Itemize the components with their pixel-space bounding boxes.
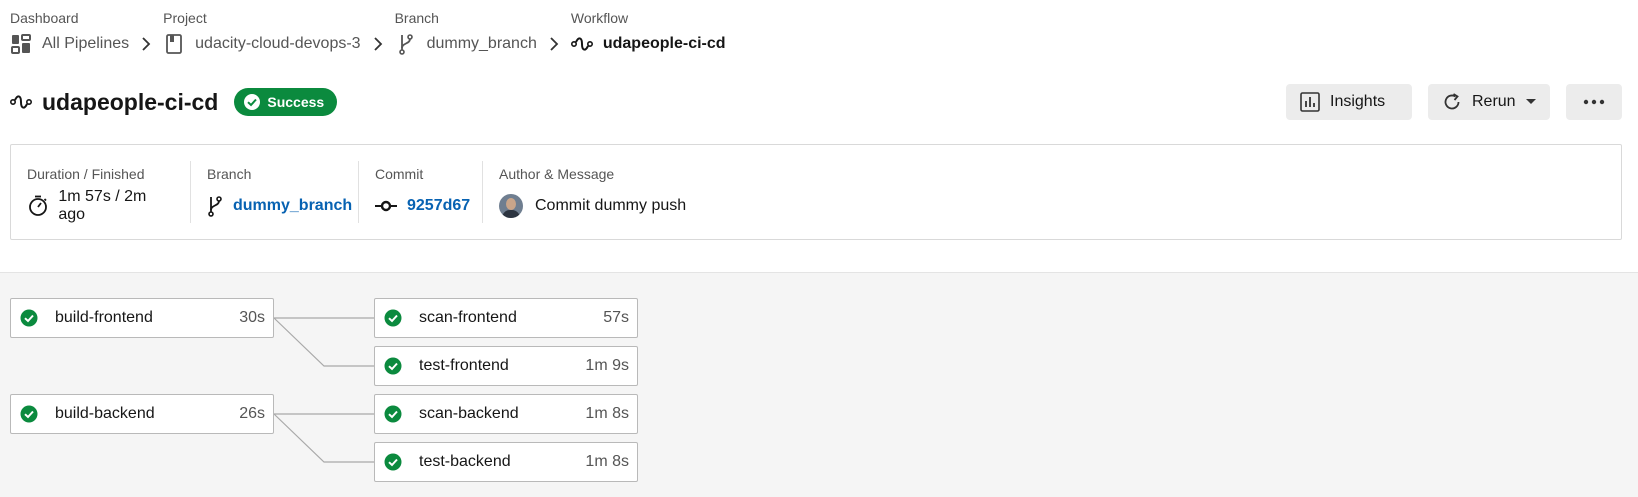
branch-icon (395, 33, 417, 55)
breadcrumb-label: Workflow (570, 10, 629, 26)
job-duration: 57s (603, 309, 629, 326)
page-title: udapeople-ci-cd (42, 88, 219, 115)
workflow-icon (10, 91, 32, 113)
breadcrumb-label: Project (163, 10, 207, 26)
info-branch-label: Branch (207, 166, 252, 182)
breadcrumb-current-workflow: udapeople-ci-cd (602, 35, 726, 52)
info-duration-value: 1m 57s / 2m ago (58, 188, 147, 223)
info-duration: Duration / Finished 1m 57s / 2m ago (11, 161, 191, 223)
breadcrumb-dashboard[interactable]: Dashboard All Pipelines (10, 9, 129, 59)
header-actions: Insights Rerun (1270, 84, 1622, 120)
refresh-icon (1442, 92, 1462, 112)
job-test-frontend[interactable]: test-frontend 1m 9s (374, 346, 638, 386)
breadcrumb: Dashboard All Pipelines Project udacity-… (10, 9, 726, 65)
more-horizontal-icon (1583, 99, 1605, 105)
job-duration: 1m 8s (585, 405, 629, 422)
check-circle-icon (20, 405, 38, 423)
check-circle-icon (384, 405, 402, 423)
project-icon (163, 33, 185, 55)
job-duration: 26s (239, 405, 265, 422)
job-duration: 30s (239, 309, 265, 326)
breadcrumb-branch[interactable]: Branch dummy_branch (395, 9, 537, 59)
job-duration: 1m 9s (585, 357, 629, 374)
workflow-header: udapeople-ci-cd Success (10, 84, 338, 120)
check-circle-icon (384, 357, 402, 375)
author-avatar (499, 194, 523, 218)
breadcrumb-project[interactable]: Project udacity-cloud-devops-3 (163, 9, 361, 59)
caret-down-icon (1525, 99, 1536, 104)
insights-button[interactable]: Insights (1286, 84, 1412, 120)
check-circle-icon (20, 309, 38, 327)
info-author-label: Author & Message (499, 166, 615, 182)
breadcrumb-link-all-pipelines[interactable]: All Pipelines (42, 35, 129, 53)
job-name: test-frontend (419, 357, 509, 374)
stopwatch-icon (27, 195, 48, 217)
workflow-graph: build-frontend 30s scan-frontend 57s tes… (0, 273, 1638, 497)
job-build-frontend[interactable]: build-frontend 30s (10, 298, 274, 338)
chevron-right-icon (129, 29, 163, 59)
job-name: build-frontend (55, 309, 153, 326)
insights-button-label: Insights (1330, 93, 1386, 110)
job-name: build-backend (55, 405, 155, 422)
info-commit: Commit 9257d67 (359, 161, 483, 223)
info-commit-label: Commit (375, 166, 424, 182)
job-scan-backend[interactable]: scan-backend 1m 8s (374, 394, 638, 434)
commit-icon (375, 195, 397, 217)
status-badge-label: Success (267, 94, 325, 110)
bar-chart-icon (1300, 92, 1320, 112)
breadcrumb-label: Branch (394, 10, 439, 26)
commit-link[interactable]: 9257d67 (407, 197, 470, 215)
workflow-icon (570, 33, 593, 55)
dashboard-icon (10, 33, 32, 55)
commit-message: Commit dummy push (535, 197, 687, 214)
job-duration: 1m 8s (585, 453, 629, 470)
workflow-info-card: Duration / Finished 1m 57s / 2m ago Bran… (10, 144, 1622, 240)
branch-icon (207, 195, 223, 217)
job-scan-frontend[interactable]: scan-frontend 57s (374, 298, 638, 338)
breadcrumb-link-branch[interactable]: dummy_branch (427, 35, 537, 53)
check-circle-icon (384, 309, 402, 327)
check-circle-icon (384, 453, 402, 471)
job-build-backend[interactable]: build-backend 26s (10, 394, 274, 434)
chevron-right-icon (361, 29, 395, 59)
job-test-backend[interactable]: test-backend 1m 8s (374, 442, 638, 482)
job-name: test-backend (419, 453, 511, 470)
breadcrumb-workflow: Workflow udapeople-ci-cd (571, 9, 726, 59)
info-branch: Branch dummy_branch (191, 161, 359, 223)
job-name: scan-frontend (419, 309, 517, 326)
job-name: scan-backend (419, 405, 519, 422)
info-duration-label: Duration / Finished (27, 166, 145, 182)
rerun-button-label: Rerun (1472, 93, 1516, 110)
more-options-button[interactable] (1566, 84, 1622, 120)
branch-link[interactable]: dummy_branch (233, 197, 352, 215)
breadcrumb-link-project[interactable]: udacity-cloud-devops-3 (195, 35, 360, 53)
rerun-button[interactable]: Rerun (1428, 84, 1550, 120)
breadcrumb-label: Dashboard (10, 10, 79, 26)
info-author: Author & Message Commit dummy push (483, 161, 783, 223)
check-circle-icon (244, 94, 261, 110)
status-badge: Success (234, 88, 338, 116)
chevron-right-icon (537, 29, 571, 59)
